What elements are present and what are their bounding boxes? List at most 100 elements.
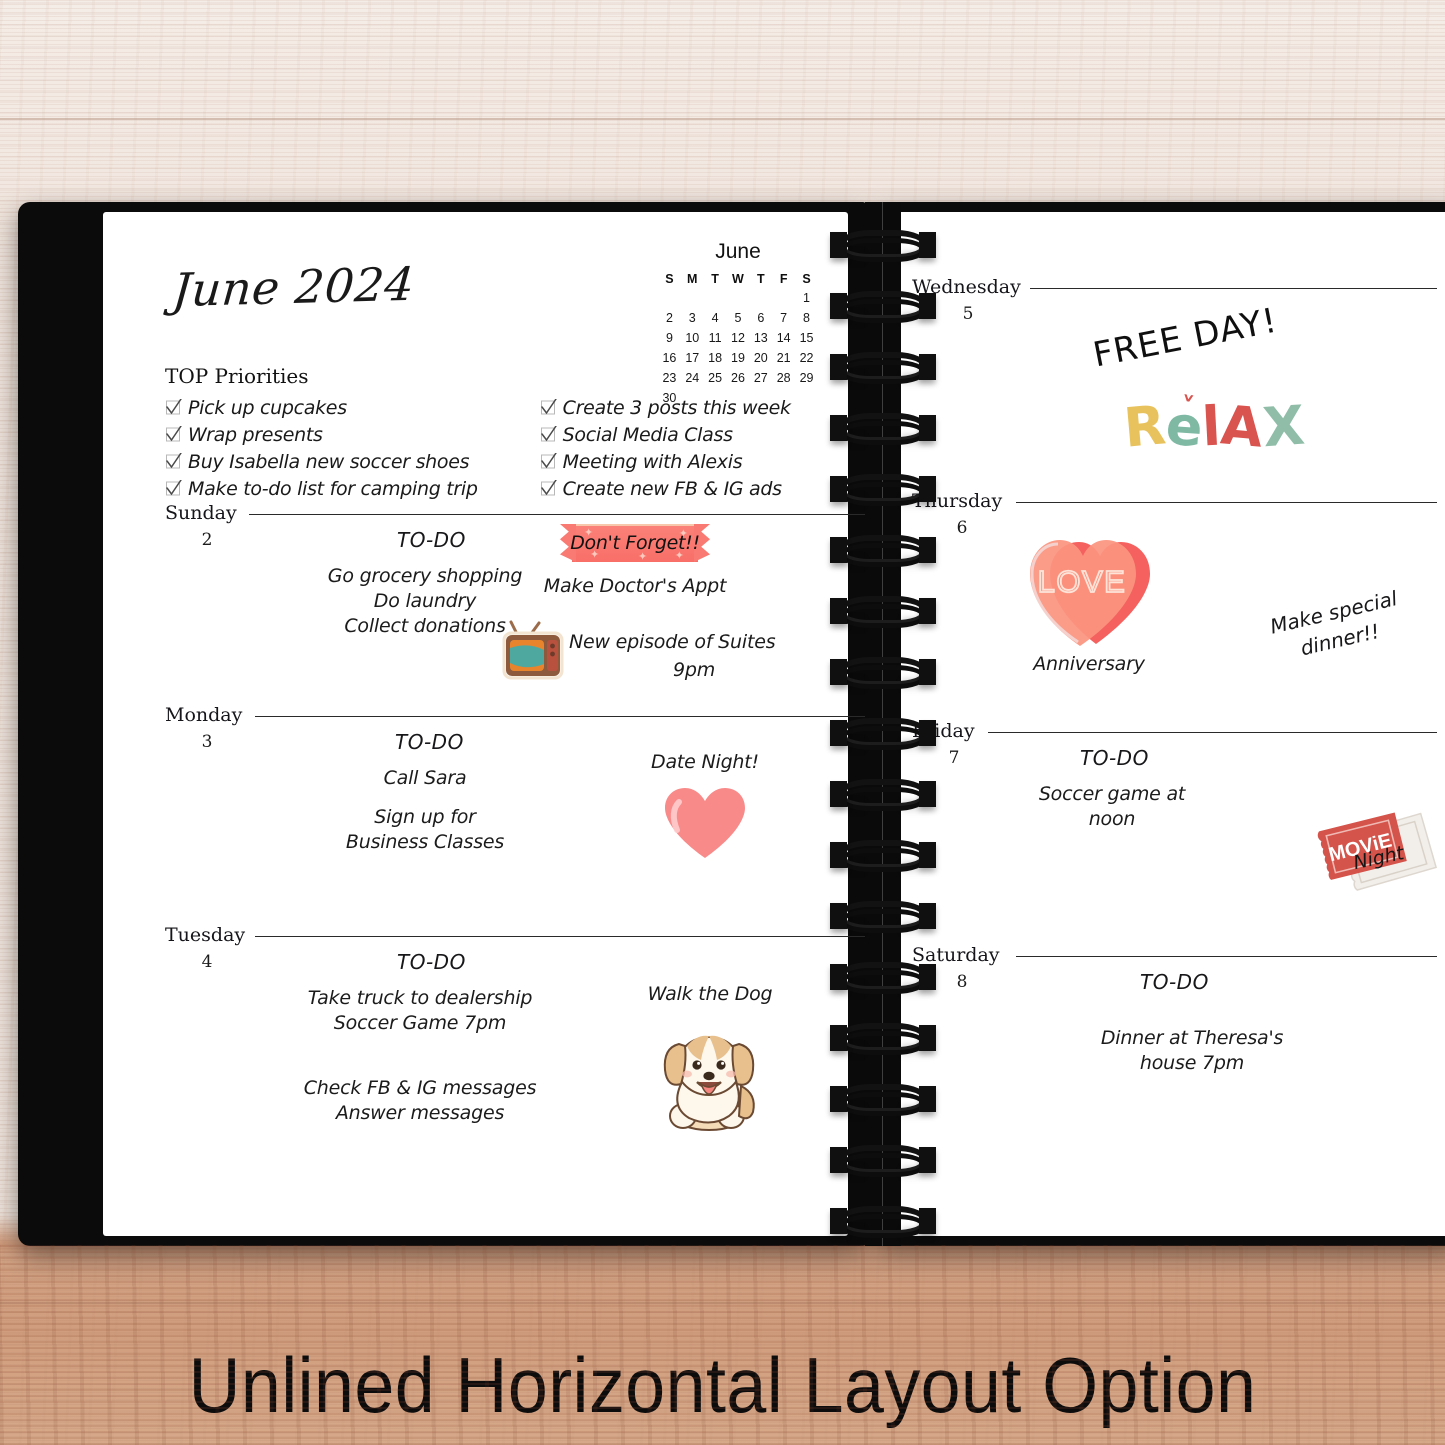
relax-letter: X — [1260, 393, 1307, 460]
relax-letter: A — [1218, 393, 1266, 460]
calendar-day-cell[interactable]: 9 — [658, 328, 681, 348]
dont-forget-banner-sticker: ✦ ✦ ✦ ✦ ✦ Don't Forget!! — [560, 524, 710, 563]
priority-item[interactable]: Buy Isabella new soccer shoes — [165, 451, 478, 473]
checkmark-icon[interactable] — [165, 480, 182, 496]
spiral-coil — [830, 718, 936, 758]
priority-item[interactable]: Social Media Class — [540, 424, 791, 446]
calendar-day-cell[interactable]: 11 — [704, 328, 727, 348]
priorities-column-left: Pick up cupcakes Wrap presents Buy Isabell… — [165, 392, 478, 500]
todo-line: Soccer game at — [1038, 783, 1186, 805]
todo-line: Take truck to dealership — [307, 987, 533, 1009]
checkmark-icon[interactable] — [165, 426, 182, 442]
day-block-friday: Friday 7 TO-DO Soccer game at noon MOViE… — [912, 720, 1438, 891]
calendar-day-cell[interactable]: 10 — [681, 328, 704, 348]
spiral-coil — [830, 596, 936, 636]
todo-lines: Dinner at Theresa's house 7pm — [1052, 1026, 1332, 1076]
spiral-coil — [830, 230, 936, 270]
calendar-day-cell[interactable]: 8 — [795, 308, 818, 328]
calendar-day-cell[interactable]: 6 — [749, 308, 772, 328]
day-name: Monday — [165, 704, 243, 726]
todo-line: Answer messages — [335, 1102, 505, 1125]
checkmark-icon[interactable] — [540, 426, 557, 442]
todo-line: house 7pm — [1139, 1052, 1245, 1075]
day-rule — [255, 936, 865, 937]
movie-ticket-icon: MOViE Night — [1317, 812, 1438, 891]
priority-item[interactable]: Meeting with Alexis — [540, 451, 791, 473]
page-right: Wednesday 5 FREE DAY! Re l A X ˅ Thursday 6 — [894, 212, 1445, 1236]
love-heart-sticker: LOVE — [1024, 530, 1156, 650]
spiral-coil — [830, 535, 936, 575]
dog-icon — [663, 1035, 755, 1131]
todo-line: Check FB & IG messages — [303, 1077, 537, 1099]
relax-sticker: Re l A X ˅ — [1121, 390, 1307, 460]
priority-label: Wrap presents — [188, 424, 323, 446]
calendar-day-cell[interactable]: 5 — [727, 308, 750, 328]
priority-label: Make to-do list for camping trip — [188, 478, 478, 500]
relax-letter: R — [1121, 393, 1169, 460]
spiral-coil — [830, 1023, 936, 1063]
calendar-day-cell[interactable]: 7 — [772, 308, 795, 328]
calendar-day-cell[interactable]: 15 — [795, 328, 818, 348]
todo-lines: Soccer game at noon — [972, 782, 1252, 832]
priority-item[interactable]: Create 3 posts this week — [540, 397, 791, 419]
walk-dog-note: Walk the Dog — [647, 983, 773, 1005]
day-name: Tuesday — [165, 924, 246, 946]
priority-item[interactable]: Wrap presents — [165, 424, 478, 446]
todo-label: TO-DO — [1080, 746, 1149, 770]
todo-line: Soccer Game 7pm — [333, 1012, 507, 1035]
day-rule — [255, 716, 865, 717]
mini-calendar-week-row: 9 10 11 12 13 14 15 — [658, 328, 818, 348]
caption-text: Unlined Horizontal Layout Option — [188, 1341, 1257, 1429]
heart-icon — [665, 788, 745, 858]
wood-plank-line — [0, 118, 1445, 120]
spiral-coil — [830, 352, 936, 392]
todo-line: Sign up for — [374, 806, 476, 829]
day-number: 6 — [956, 518, 968, 538]
calendar-day-cell[interactable]: 1 — [795, 288, 818, 308]
priority-label: Pick up cupcakes — [188, 397, 347, 419]
calendar-day-cell[interactable]: 13 — [749, 328, 772, 348]
todo-line: Call Sara — [383, 767, 467, 789]
puppy-sticker — [653, 1024, 765, 1137]
weekday-header: T — [711, 272, 719, 286]
day-number: 2 — [201, 530, 213, 550]
page-title: June 2024 — [170, 256, 417, 318]
spiral-coil — [830, 1145, 936, 1185]
todo-label: TO-DO — [1140, 970, 1209, 994]
spiral-coil — [830, 1084, 936, 1124]
day-number: 5 — [962, 304, 974, 324]
calendar-day-cell[interactable]: 3 — [681, 308, 704, 328]
priorities-heading: TOP Priorities — [165, 364, 309, 388]
priority-label: Create 3 posts this week — [562, 397, 791, 419]
calendar-empty-cell — [704, 288, 727, 308]
top-priorities-section: TOP Priorities Pick up cupcakes Wrap pres… — [165, 364, 791, 500]
calendar-day-cell[interactable]: 12 — [727, 328, 750, 348]
checkmark-icon[interactable] — [165, 399, 182, 415]
day-block-thursday: Thursday 6 LOVE Anniversary Make special… — [912, 490, 1437, 675]
checkmark-icon[interactable] — [540, 480, 557, 496]
calendar-empty-cell — [795, 388, 818, 408]
priority-item[interactable]: Make to-do list for camping trip — [165, 478, 478, 500]
calendar-day-cell[interactable]: 29 — [795, 368, 818, 388]
checkmark-icon[interactable] — [165, 453, 182, 469]
spiral-coil — [830, 413, 936, 453]
day-rule — [1016, 956, 1437, 957]
calendar-day-cell[interactable]: 4 — [704, 308, 727, 328]
calendar-empty-cell — [749, 288, 772, 308]
weekday-header: T — [756, 272, 765, 286]
calendar-day-cell[interactable]: 14 — [772, 328, 795, 348]
calendar-day-cell[interactable]: 22 — [795, 348, 818, 368]
priority-item[interactable]: Create new FB & IG ads — [540, 478, 791, 500]
priority-item[interactable]: Pick up cupcakes — [165, 397, 478, 419]
spiral-coil — [830, 657, 936, 697]
weekday-header: S — [665, 272, 674, 286]
weekday-header: W — [732, 272, 744, 286]
todo-lines-secondary: Check FB & IG messages Answer messages — [255, 1076, 585, 1126]
calendar-day-cell[interactable]: 2 — [658, 308, 681, 328]
calendar-empty-cell — [681, 288, 704, 308]
checkmark-icon[interactable] — [540, 453, 557, 469]
checkmark-icon[interactable] — [540, 399, 557, 415]
day-block-sunday: Sunday 2 TO-DO Go grocery shopping Do la… — [165, 502, 865, 681]
todo-label: TO-DO — [397, 950, 466, 974]
day-rule — [1030, 288, 1437, 289]
